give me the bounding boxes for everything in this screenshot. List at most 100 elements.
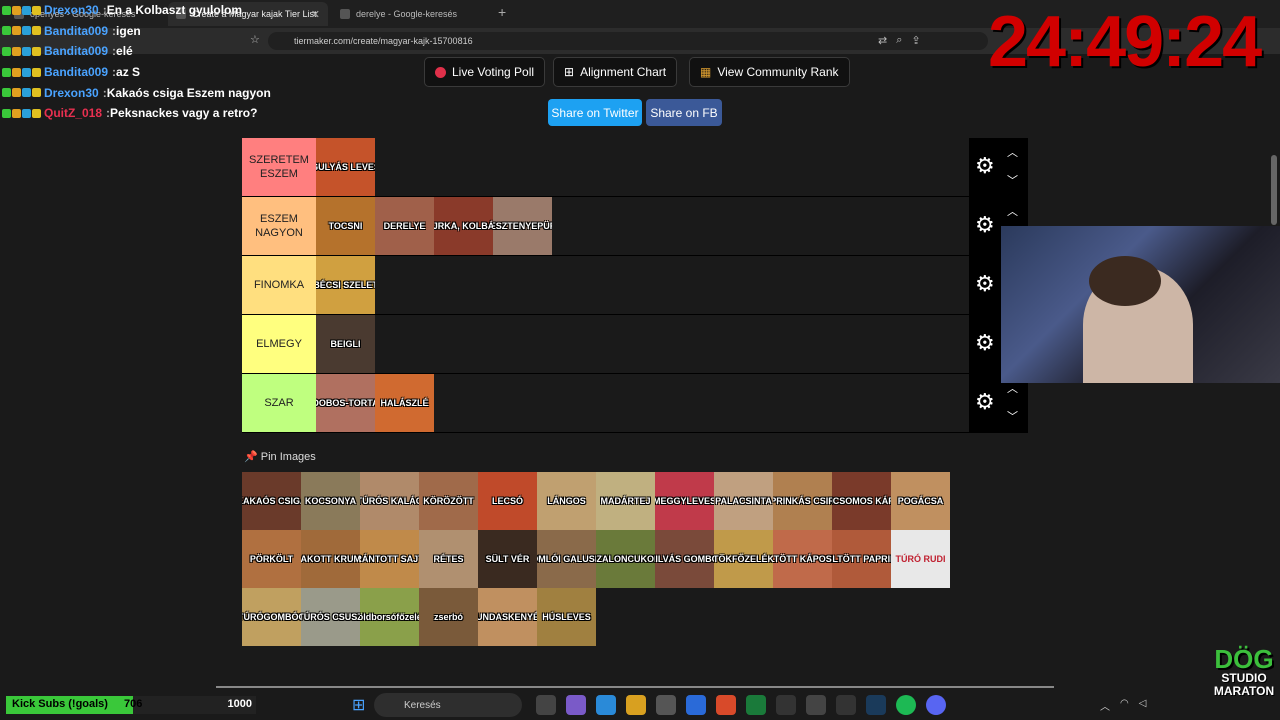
move-up-icon[interactable]: ︿ [1007,144,1018,160]
badge-icon [12,108,21,118]
alignment-chart-button[interactable]: ⊞ Alignment Chart [553,57,678,87]
tier-list: SZERETEM ESZEM GULYÁS LEVES ⚙ ︿ ﹀ ESZEM NA… [242,138,1028,433]
tier-label[interactable]: SZERETEM ESZEM [242,138,316,196]
pool-item[interactable]: SOMLÓI GALUSKA [537,530,596,588]
pool-item[interactable]: PARADICSOMOS KÁPOSZTA [832,472,891,530]
share-twitter-button[interactable]: Share on Twitter [548,99,642,126]
pool-item[interactable]: KÖRÖZÖTT [419,472,478,530]
move-down-icon[interactable]: ﹀ [1007,172,1018,188]
pool-item[interactable]: SZALONCUKOR [596,530,655,588]
pool-item[interactable]: RAKOTT KRUMP [301,530,360,588]
pool-item[interactable]: zserbó [419,588,478,646]
store-icon[interactable] [656,695,676,715]
mail-icon[interactable] [686,695,706,715]
settings-icon[interactable] [836,695,856,715]
edge-icon[interactable] [596,695,616,715]
brave-icon[interactable] [716,695,736,715]
subs-goal-bar: Kick Subs (!goals) 706 1000 [6,696,256,714]
tierlist-icon: ▦ [700,65,712,79]
user-badges [2,67,41,77]
tier-label[interactable]: FINOMKA [242,256,316,314]
pool-item[interactable]: TÖLTÖTT KÁPOSZTA [773,530,832,588]
pool-item[interactable]: TÖLTÖTT PAPRIKA [832,530,891,588]
community-rank-button[interactable]: ▦ View Community Rank [689,57,850,87]
tier-item[interactable]: DOBOS-TORTA [316,374,375,432]
share-icon[interactable]: ⇪ [911,34,920,47]
tier-row: FINOMKA BÉCSI SZELET ⚙ [242,256,1028,315]
tab-google-derelye[interactable]: derelye - Google-keresés [332,2,492,26]
obs-icon[interactable] [776,695,796,715]
gear-icon[interactable]: ⚙ [975,214,995,236]
gear-icon[interactable]: ⚙ [975,155,995,177]
steam-icon[interactable] [866,695,886,715]
discord-icon[interactable] [926,695,946,715]
badge-icon [32,46,41,56]
new-tab-button[interactable]: + [498,4,506,20]
pool-item[interactable]: KAKAÓS CSIGA [242,472,301,530]
gear-icon[interactable]: ⚙ [975,332,995,354]
horizontal-scrollbar[interactable] [216,686,1054,688]
pool-item[interactable]: SÜLT VÉR [478,530,537,588]
pool-item[interactable]: Zöldborsófőzelék [360,588,419,646]
pool-item[interactable]: LECSÓ [478,472,537,530]
volume-icon[interactable]: ◁ [1139,698,1147,713]
translate-icon[interactable]: ⇄ [878,34,887,47]
pool-item[interactable]: KOCSONYA [301,472,360,530]
pool-item[interactable]: MEGGYLEVES [655,472,714,530]
webcam [1001,226,1280,383]
pool-item[interactable]: TÚRÓ RUDI [891,530,950,588]
share-fb-button[interactable]: Share on FB [646,99,722,126]
pool-item[interactable]: RÉTES [419,530,478,588]
user-badges [2,5,41,15]
wifi-icon[interactable]: ◠ [1120,698,1129,713]
app-icon[interactable] [806,695,826,715]
tier-row: ELMEGY BEIGLI ⚙ [242,315,1028,374]
taskbar-search[interactable]: Keresés [374,693,522,717]
pool-item[interactable]: PÖRKÖLT [242,530,301,588]
pin-images-toggle[interactable]: 📌 Pin Images [244,450,316,463]
pool-item[interactable]: PALACSINTA [714,472,773,530]
gear-icon[interactable]: ⚙ [975,391,995,413]
folder-icon[interactable] [626,695,646,715]
pool-item[interactable]: TÖKFŐZELÉK [714,530,773,588]
tier-item[interactable]: JRKA, KOLBÁ [434,197,493,255]
spotify-icon[interactable] [896,695,916,715]
tier-item[interactable]: BEIGLI [316,315,375,373]
excel-icon[interactable] [746,695,766,715]
tier-label[interactable]: ELMEGY [242,315,316,373]
tier-label[interactable]: ESZEM NAGYON [242,197,316,255]
badge-icon [22,26,31,36]
tier-item[interactable]: BÉCSI SZELET [316,256,375,314]
tier-item[interactable]: GULYÁS LEVES [316,138,375,196]
chat-username: Drexon30 [44,85,99,100]
pool-item[interactable]: TÚRÓS CSUSZ [301,588,360,646]
tier-item[interactable]: GESZTENYEPÜRÉ [493,197,552,255]
pool-item[interactable]: TÚRÓS KALÁC [360,472,419,530]
chat-username: Bandita009 [44,65,109,80]
tier-item[interactable]: TOCSNI [316,197,375,255]
pool-item[interactable]: PRINKÁS CSIR [773,472,832,530]
pool-item[interactable]: KUNDASKENYÉR [478,588,537,646]
pool-item[interactable]: TÚRÓGOMBÓC [242,588,301,646]
pool-item[interactable]: RÁNTOTT SAJT [360,530,419,588]
copilot-icon[interactable] [566,695,586,715]
pool-item[interactable]: LÁNGOS [537,472,596,530]
task-view-icon[interactable] [536,695,556,715]
pool-item[interactable]: POGÁCSA [891,472,950,530]
gear-icon[interactable]: ⚙ [975,273,995,295]
tier-item[interactable]: HALÁSZLÉ [375,374,434,432]
live-voting-button[interactable]: Live Voting Poll [424,57,546,87]
tier-item[interactable]: DERELYE [375,197,434,255]
close-tab-icon[interactable]: ✕ [311,8,320,21]
windows-start-icon[interactable]: ⊞ [352,695,365,715]
badge-icon [22,108,31,118]
tier-label[interactable]: SZAR [242,374,316,432]
move-up-icon[interactable]: ︿ [1007,203,1018,219]
zoom-icon[interactable]: ⌕ [896,34,902,47]
pool-item[interactable]: HÚSLEVES [537,588,596,646]
vertical-scrollbar[interactable] [1271,155,1277,225]
move-down-icon[interactable]: ﹀ [1007,408,1018,424]
chevron-up-icon[interactable]: ︿ [1100,698,1110,713]
pool-item[interactable]: SZILVÁS GOMBÓC [655,530,714,588]
pool-item[interactable]: MADÁRTEJ [596,472,655,530]
